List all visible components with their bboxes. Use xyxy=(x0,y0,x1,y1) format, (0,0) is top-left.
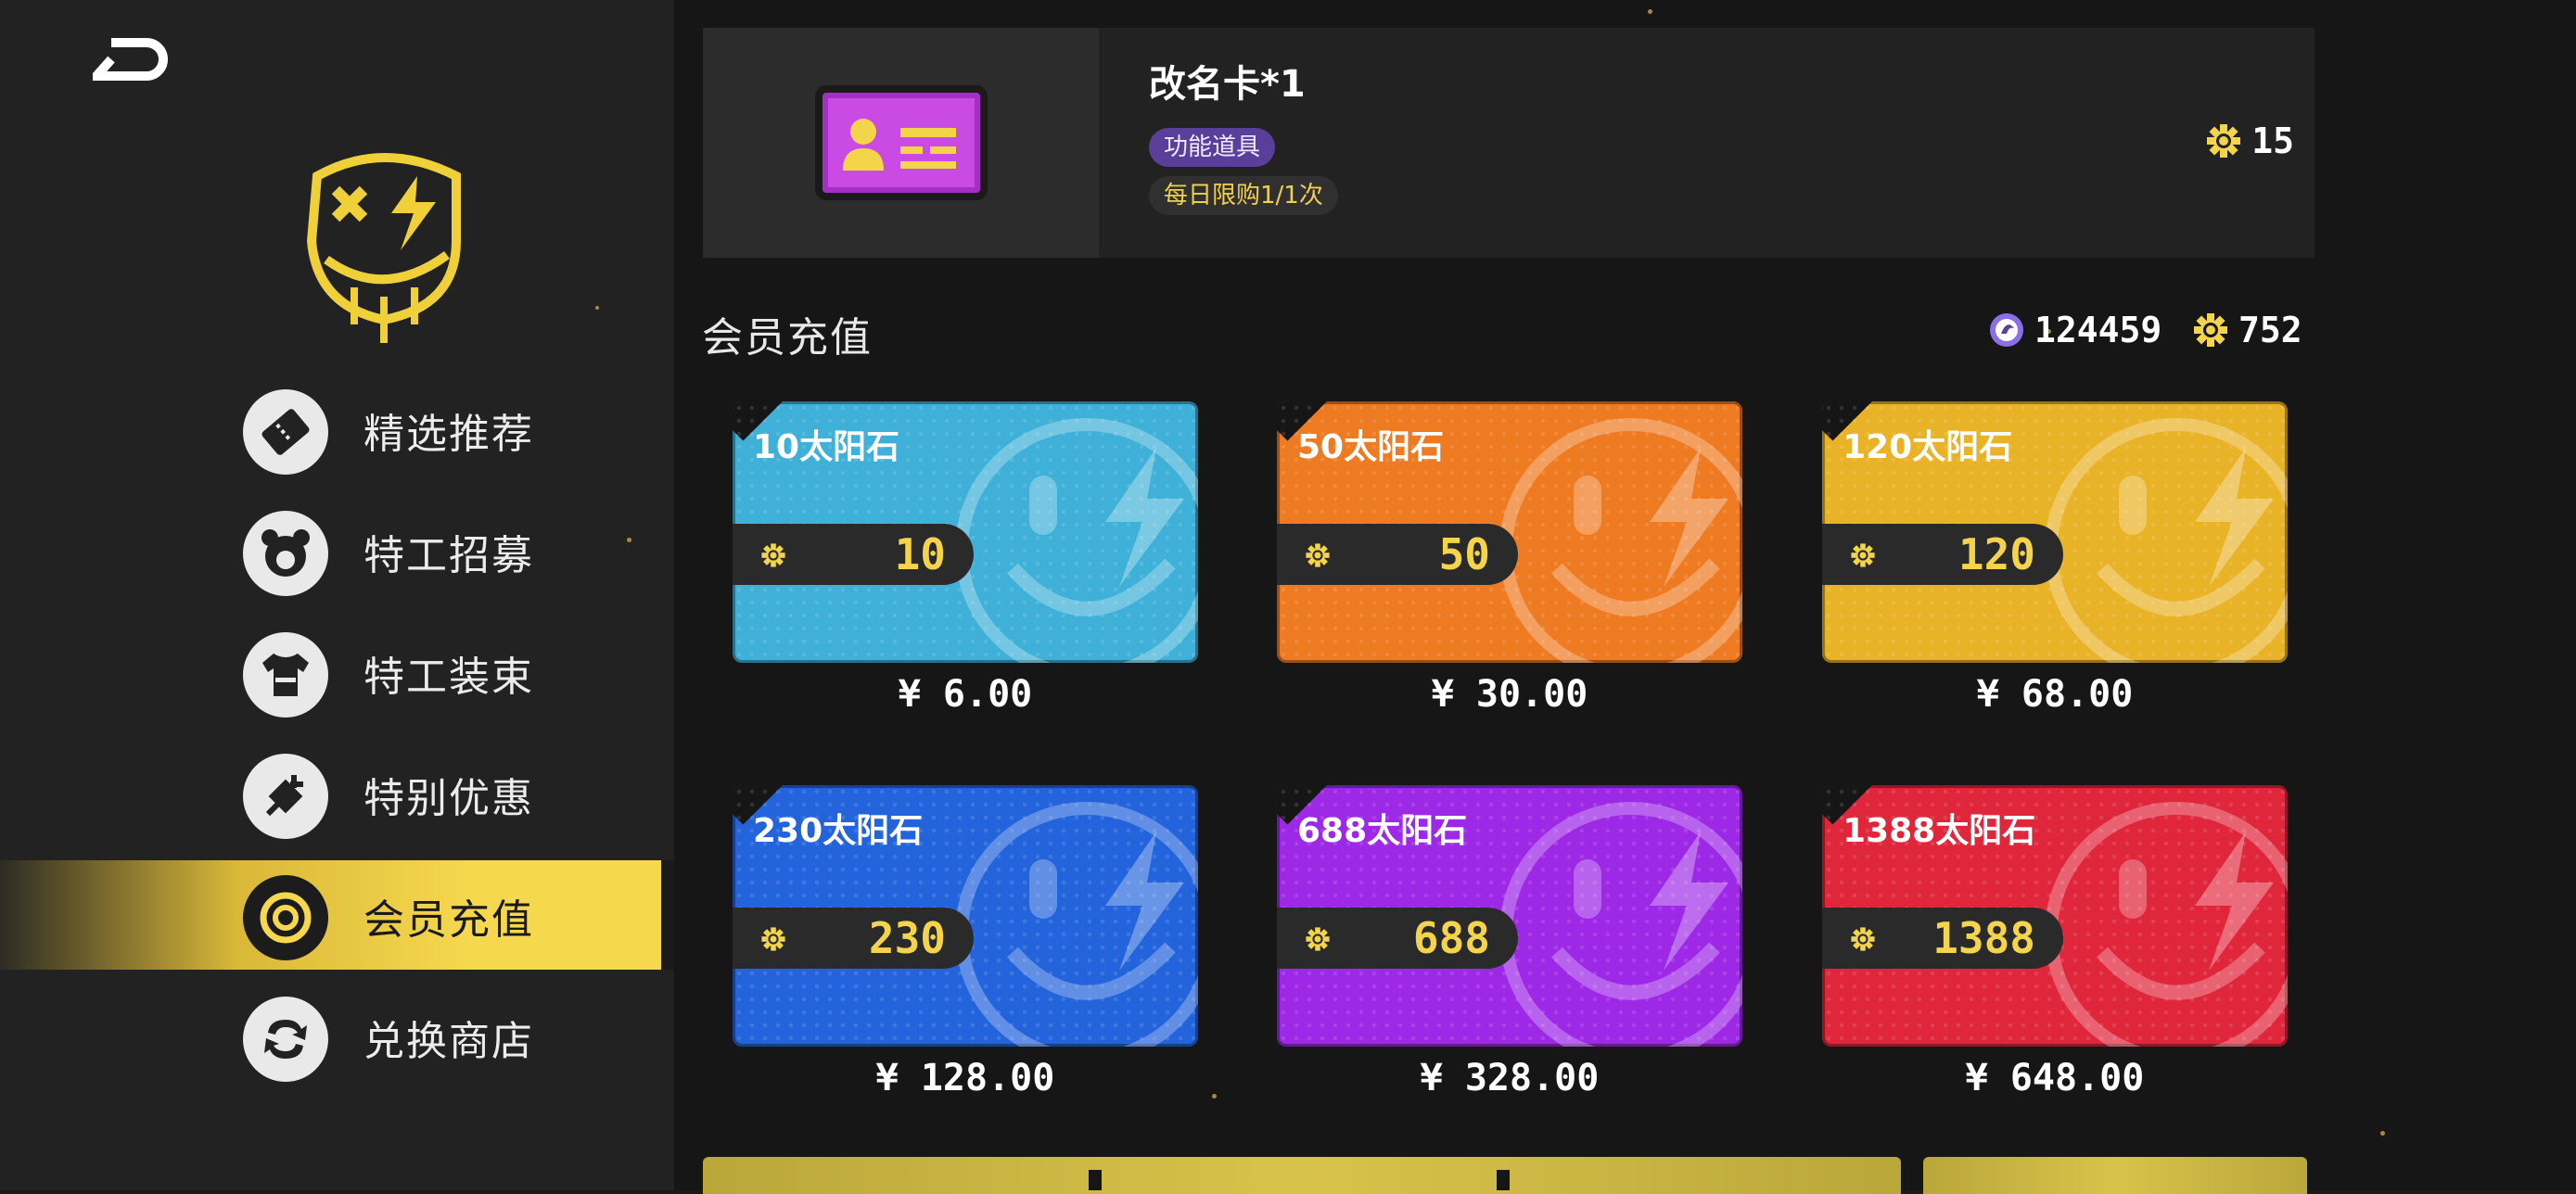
amount-pill: 50 xyxy=(1277,524,1518,585)
bear-face-icon xyxy=(243,511,328,596)
active-indicator-edge xyxy=(661,860,674,970)
sidebar-item-label: 特工招募 xyxy=(363,532,534,579)
target-icon xyxy=(243,875,328,960)
recharge-product-card[interactable]: 1388太阳石 1388 xyxy=(1822,785,2288,1047)
featured-price-value: 15 xyxy=(2251,121,2294,161)
sidebar: 精选推荐 特工招募 特工装束 特别优惠 会员充值 兑换商店 xyxy=(0,0,674,1190)
amount-pill: 688 xyxy=(1277,908,1518,969)
back-button[interactable] xyxy=(93,37,169,89)
currency-balance-coin: 124459 xyxy=(1988,310,2162,350)
product-name: 10太阳石 xyxy=(753,428,900,466)
sidebar-item-exchange[interactable]: 兑换商店 xyxy=(0,982,674,1091)
ticket-icon xyxy=(243,389,328,475)
recharge-product-card[interactable]: 230太阳石 230 xyxy=(733,785,1198,1047)
amount-pill: 10 xyxy=(733,524,974,585)
smiley-bolt-icon xyxy=(1499,418,1742,663)
product-name: 230太阳石 xyxy=(753,812,924,850)
purchase-limit-tag: 每日限购1/1次 xyxy=(1149,176,1338,215)
sparkle xyxy=(595,306,599,310)
product-amount: 230 xyxy=(868,913,946,963)
sun-stone-icon xyxy=(2207,124,2241,158)
sparkle xyxy=(627,538,631,542)
product-amount: 120 xyxy=(1958,529,2035,579)
product-price: ¥ 30.00 xyxy=(1431,673,1588,716)
product-price: ¥ 68.00 xyxy=(1976,673,2134,716)
recharge-product-card[interactable]: 10太阳石 10 xyxy=(733,401,1198,663)
product-price: ¥ 6.00 xyxy=(898,673,1033,716)
sidebar-item-outfit[interactable]: 特工装束 xyxy=(0,617,674,727)
featured-item-card[interactable]: 改名卡*1 功能道具 每日限购1/1次 15 xyxy=(703,28,2315,258)
smiley-bolt-icon xyxy=(2045,418,2288,663)
exchange-icon xyxy=(243,997,328,1082)
featured-item-title: 改名卡*1 xyxy=(1149,63,1306,106)
sparkle xyxy=(2380,1131,2385,1136)
rename-card-image xyxy=(703,28,1099,258)
promo-banner[interactable] xyxy=(1923,1157,2307,1194)
game-logo-icon xyxy=(306,153,461,343)
sunstone-balance: 752 xyxy=(2238,310,2302,350)
sidebar-item-label: 会员充值 xyxy=(363,896,534,944)
sidebar-item-label: 特工装束 xyxy=(363,654,534,701)
product-price: ¥ 128.00 xyxy=(875,1057,1055,1099)
product-amount: 10 xyxy=(894,529,946,579)
amount-pill: 230 xyxy=(733,908,974,969)
smiley-bolt-icon xyxy=(2045,802,2288,1047)
promo-banner[interactable] xyxy=(703,1157,1901,1194)
sparkle xyxy=(1648,9,1652,14)
plug-icon xyxy=(243,754,328,839)
sidebar-item-featured[interactable]: 精选推荐 xyxy=(0,375,674,484)
sun-stone-icon xyxy=(760,926,786,956)
sidebar-item-recharge[interactable]: 会员充值 xyxy=(0,860,674,970)
sun-stone-icon xyxy=(2194,313,2227,347)
sun-stone-icon xyxy=(1850,926,1876,956)
amount-pill: 1388 xyxy=(1822,908,2063,969)
sidebar-item-label: 兑换商店 xyxy=(363,1018,534,1065)
featured-price[interactable]: 15 xyxy=(2205,121,2294,161)
recharge-product-card[interactable]: 120太阳石 120 xyxy=(1822,401,2288,663)
sun-stone-icon xyxy=(1850,542,1876,572)
product-name: 688太阳石 xyxy=(1297,812,1468,850)
recharge-product-card[interactable]: 50太阳石 50 xyxy=(1277,401,1742,663)
product-price: ¥ 328.00 xyxy=(1420,1057,1600,1099)
product-name: 1388太阳石 xyxy=(1843,812,2036,850)
sidebar-item-recruit[interactable]: 特工招募 xyxy=(0,496,674,605)
coin-icon xyxy=(1990,313,2023,347)
sun-stone-icon xyxy=(1305,926,1331,956)
sparkle xyxy=(1212,1094,1217,1099)
sidebar-item-label: 精选推荐 xyxy=(363,411,534,458)
sun-stone-icon xyxy=(760,542,786,572)
banner-notch xyxy=(1089,1170,1102,1190)
item-type-tag: 功能道具 xyxy=(1149,128,1276,167)
id-card-icon xyxy=(814,85,988,200)
smiley-bolt-icon xyxy=(1499,802,1742,1047)
recharge-product-card[interactable]: 688太阳石 688 xyxy=(1277,785,1742,1047)
product-name: 120太阳石 xyxy=(1843,428,2013,466)
product-amount: 50 xyxy=(1438,529,1490,579)
smiley-bolt-icon xyxy=(955,802,1198,1047)
sidebar-item-label: 特别优惠 xyxy=(363,775,534,822)
tshirt-icon xyxy=(243,632,328,718)
product-amount: 1388 xyxy=(1932,913,2035,963)
sidebar-item-special-offer[interactable]: 特别优惠 xyxy=(0,739,674,848)
section-title: 会员充值 xyxy=(702,314,873,362)
currency-balance-sunstone: 752 xyxy=(2192,310,2302,350)
product-amount: 688 xyxy=(1412,913,1490,963)
product-name: 50太阳石 xyxy=(1297,428,1445,466)
product-price: ¥ 648.00 xyxy=(1965,1057,2145,1099)
amount-pill: 120 xyxy=(1822,524,2063,585)
sun-stone-icon xyxy=(1305,542,1331,572)
smiley-bolt-icon xyxy=(955,418,1198,663)
banner-notch xyxy=(1497,1170,1510,1190)
coin-balance: 124459 xyxy=(2034,310,2162,350)
